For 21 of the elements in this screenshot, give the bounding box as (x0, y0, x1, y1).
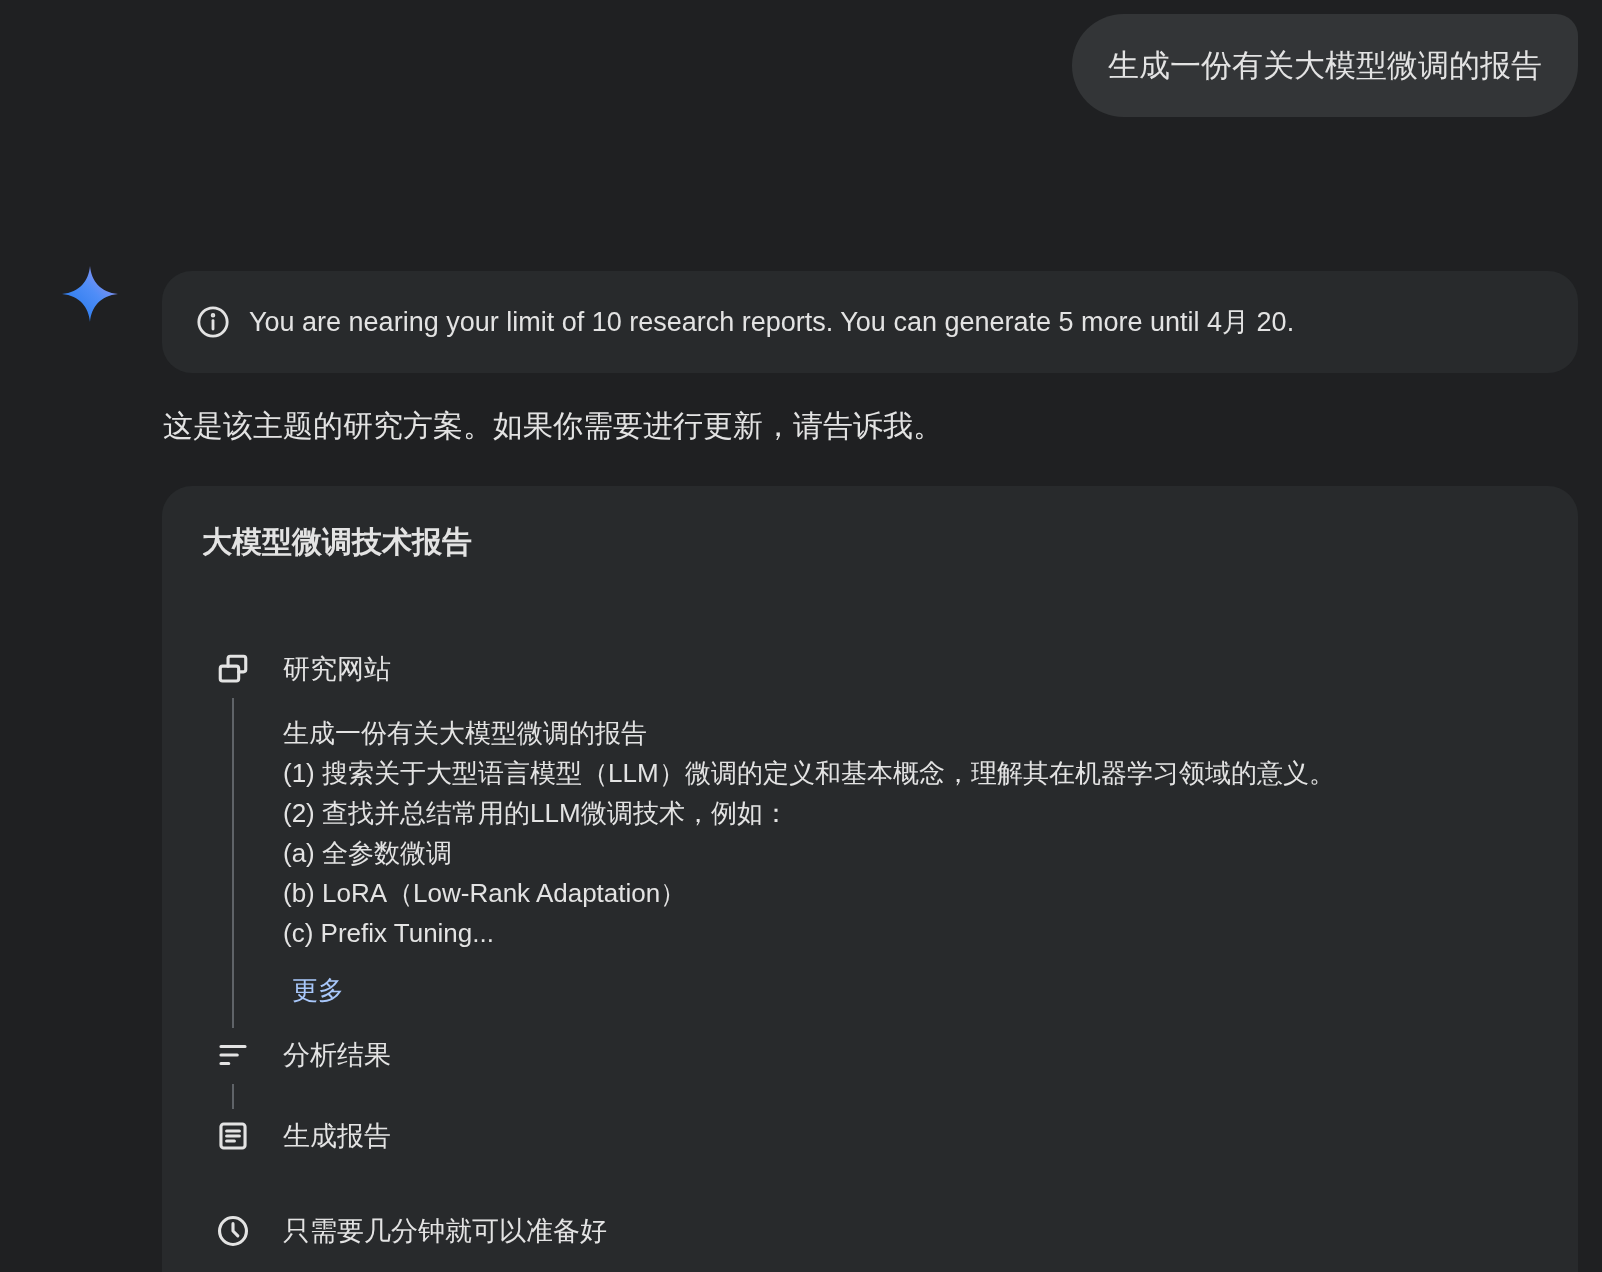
more-link[interactable]: 更多 (292, 973, 344, 1007)
notice-text: You are nearing your limit of 10 research reports. You can generate 5 more until 4月 20. (249, 306, 1295, 339)
step-label: 生成报告 (283, 1120, 391, 1153)
step-detail-line: (a) 全参数微调 (283, 837, 452, 870)
intro-text: 这是该主题的研究方案。如果你需要进行更新，请告诉我。 (163, 409, 943, 442)
step-detail-line: (1) 搜索关于大型语言模型（LLM）微调的定义和基本概念，理解其在机器学习领域的意义。 (283, 757, 1335, 790)
step-label: 研究网站 (283, 653, 391, 686)
sparkle-icon (62, 266, 118, 322)
overlapping-windows-icon (216, 652, 250, 686)
clock-icon (216, 1214, 250, 1248)
step-detail-line: (c) Prefix Tuning... (283, 917, 494, 950)
step-label: 分析结果 (283, 1039, 391, 1072)
user-message-bubble: 生成一份有关大模型微调的报告 (1072, 14, 1578, 117)
duration-text: 只需要几分钟就可以准备好 (283, 1215, 607, 1248)
plan-title: 大模型微调技术报告 (202, 525, 472, 559)
step-detail-line: (b) LoRA（Low-Rank Adaptation） (283, 877, 687, 910)
step-detail-line: 生成一份有关大模型微调的报告 (283, 717, 647, 750)
document-icon (216, 1119, 250, 1153)
step-detail-line: (2) 查找并总结常用的LLM微调技术，例如： (283, 797, 789, 830)
info-icon (196, 305, 230, 339)
timeline-connector (232, 1084, 234, 1109)
